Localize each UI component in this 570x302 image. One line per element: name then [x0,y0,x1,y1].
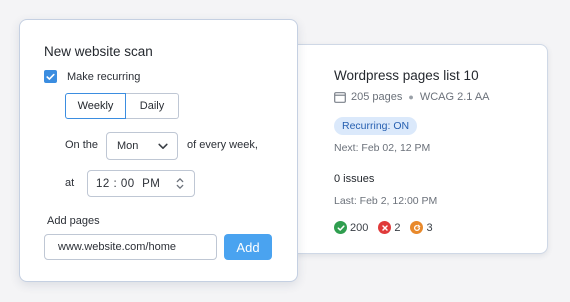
wcag-standard: WCAG 2.1 AA [419,91,490,103]
chevron-down-icon [158,143,168,149]
at-label: at [65,177,75,189]
make-recurring-row[interactable]: Make recurring [44,70,140,83]
status-redirect: 3 [410,221,433,234]
stepper-arrows-icon[interactable] [176,177,184,190]
next-run-text: Next: Feb 02, 12 PM [334,142,431,154]
add-pages-label: Add pages [47,215,100,227]
time-minute[interactable]: 00 [121,178,135,190]
status-error-count: 2 [394,221,401,234]
add-page-button[interactable]: Add [224,234,272,260]
new-scan-card: New website scan Make recurring Weekly D… [19,19,298,282]
time-period[interactable]: PM [142,178,160,190]
report-title: Wordpress pages list 10 [334,68,479,83]
make-recurring-label: Make recurring [67,70,141,83]
scan-title: New website scan [44,44,153,59]
time-picker[interactable]: 12 : 00 PM [87,170,195,197]
browser-window-icon [334,91,346,103]
make-recurring-checkbox[interactable] [44,70,57,83]
status-redirect-count: 3 [426,221,433,234]
status-ok-count: 200 [350,221,369,234]
scan-report-card[interactable]: Wordpress pages list 10 205 pages ● WCAG… [276,44,548,254]
pages-count: 205 pages [351,91,403,103]
recurring-status-badge: Recurring: ON [334,117,418,135]
day-select-value: Mon [117,140,139,152]
report-meta: 205 pages ● WCAG 2.1 AA [334,91,490,103]
redirect-circle-icon [410,221,424,234]
last-run-text: Last: Feb 2, 12:00 PM [334,195,438,207]
page-url-input[interactable]: www.website.com/home [44,234,217,260]
error-circle-icon [378,221,392,234]
frequency-daily-button[interactable]: Daily [126,93,179,119]
time-value: 12 : 00 PM [96,178,160,190]
time-separator: : [113,177,118,190]
time-hour[interactable]: 12 [96,178,110,190]
stage: Wordpress pages list 10 205 pages ● WCAG… [0,0,570,302]
status-ok: 200 [334,221,368,234]
check-circle-icon [334,221,347,234]
every-week-label: of every week, [187,139,258,151]
issues-count: 0 issues [334,173,375,185]
status-error: 2 [378,221,400,234]
frequency-weekly-button[interactable]: Weekly [65,93,126,119]
separator-dot: ● [408,92,414,102]
status-counts: 200 2 3 [334,221,443,234]
on-the-label: On the [65,139,99,151]
frequency-toggle: Weekly Daily [65,93,179,119]
checkmark-icon [46,73,55,80]
day-select[interactable]: Mon [106,132,178,160]
